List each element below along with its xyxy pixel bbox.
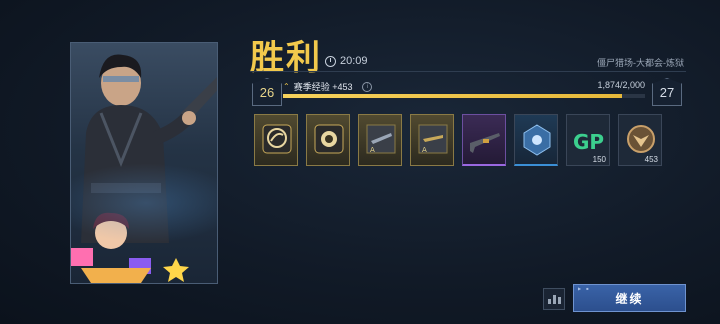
next-level-badge: 27 <box>652 78 682 106</box>
emblem-icon <box>523 124 551 156</box>
current-level-badge: 26 <box>252 78 282 106</box>
portrait-glow <box>71 163 217 243</box>
stats-button[interactable] <box>543 288 565 310</box>
bar-chart-icon <box>557 297 561 304</box>
svg-text:A: A <box>370 146 375 154</box>
season-xp-label: ⌃ 赛季经验 +453 i <box>283 80 373 93</box>
reward-count: 453 <box>644 155 658 164</box>
season-xp-text: 赛季经验 +453 <box>293 82 353 92</box>
reward-item-blue-emblem[interactable] <box>514 114 558 166</box>
reward-item-blueprint-b[interactable]: A <box>410 114 454 166</box>
bar-chart-icon <box>547 299 551 304</box>
match-time: 20:09 <box>340 55 368 67</box>
reward-list: A A GP 150 453 <box>254 114 662 166</box>
rifle-icon <box>470 133 500 153</box>
reward-item-coin-badge[interactable] <box>306 114 350 166</box>
xp-progress-bar <box>283 94 645 98</box>
coin-badge-icon <box>314 124 344 154</box>
xp-progress-value: 1,874/2,000 <box>597 80 645 90</box>
reward-count: 150 <box>592 155 606 164</box>
continue-button[interactable]: 继续 <box>573 284 686 312</box>
xp-progress-fill <box>283 94 623 98</box>
reward-item-blueprint-a[interactable]: A <box>358 114 402 166</box>
gp-currency-icon: GP <box>573 130 604 154</box>
info-icon[interactable]: i <box>362 81 373 92</box>
reward-item-rifle-skin[interactable] <box>462 114 506 166</box>
divider <box>250 71 686 72</box>
game-mode-label: 僵尸猎场-大都会-炼狱 <box>597 58 684 68</box>
match-timer: 20:09 <box>325 55 368 67</box>
weapon-blueprint-icon: A <box>418 124 448 154</box>
character-portrait <box>70 42 218 284</box>
arrow-up-icon: ⌃ <box>283 82 290 91</box>
bronze-emblem-icon <box>627 125 655 153</box>
reward-item-badge[interactable] <box>254 114 298 166</box>
svg-text:GP: GP <box>573 130 604 154</box>
weapon-blueprint-icon: A <box>366 124 396 154</box>
clock-icon <box>325 55 336 67</box>
reward-item-bronze-emblem[interactable]: 453 <box>618 114 662 166</box>
bar-chart-icon <box>552 295 556 304</box>
svg-text:A: A <box>422 146 427 154</box>
badge-icon <box>262 124 292 154</box>
reward-item-gp-currency[interactable]: GP 150 <box>566 114 610 166</box>
